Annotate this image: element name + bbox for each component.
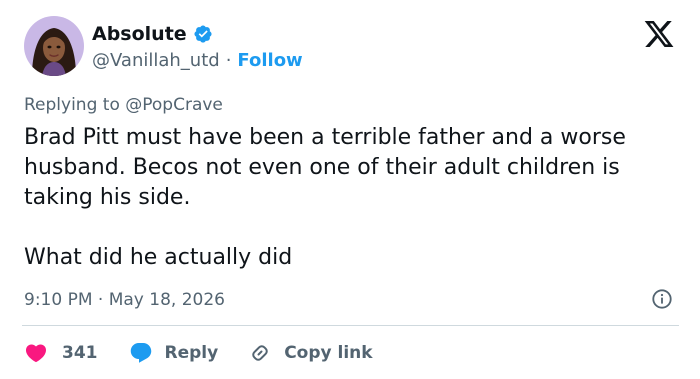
avatar[interactable] <box>24 16 84 76</box>
replying-to-prefix: Replying to <box>24 95 120 115</box>
tweet-timestamp[interactable]: 9:10 PM · May 18, 2026 <box>24 288 225 312</box>
like-count: 341 <box>62 343 98 363</box>
like-button[interactable]: 341 <box>24 341 98 365</box>
copy-link-label: Copy link <box>284 343 373 363</box>
replying-to: Replying to @PopCrave <box>24 93 223 117</box>
author-handle-row: @Vanillah_utd · Follow <box>92 48 303 72</box>
tweet-paragraph-1: Brad Pitt must have been a terrible fath… <box>24 125 633 210</box>
follow-button[interactable]: Follow <box>237 50 302 71</box>
reply-label: Reply <box>164 343 219 363</box>
author-name-row: Absolute <box>92 22 213 46</box>
author-handle[interactable]: @Vanillah_utd <box>92 50 220 71</box>
verified-badge-icon <box>194 25 212 43</box>
link-icon <box>252 345 268 361</box>
separator-dot: · <box>225 49 232 71</box>
divider <box>22 325 679 326</box>
copy-link-button[interactable]: Copy link <box>248 341 373 365</box>
x-logo-icon[interactable] <box>643 18 675 50</box>
replying-to-mention[interactable]: @PopCrave <box>125 95 223 115</box>
tweet-paragraph-2: What did he actually did <box>24 245 293 270</box>
author-display-name[interactable]: Absolute <box>92 23 187 45</box>
info-icon[interactable] <box>651 288 673 310</box>
avatar-image <box>24 16 84 76</box>
reply-button[interactable]: Reply <box>129 341 219 365</box>
tweet-card: Absolute @Vanillah_utd · Follow Replying… <box>0 0 700 379</box>
action-bar: 341 Reply Copy link <box>24 340 373 366</box>
reply-bubble-icon <box>130 343 151 363</box>
tweet-text: Brad Pitt must have been a terrible fath… <box>24 123 684 273</box>
heart-icon <box>25 344 47 363</box>
